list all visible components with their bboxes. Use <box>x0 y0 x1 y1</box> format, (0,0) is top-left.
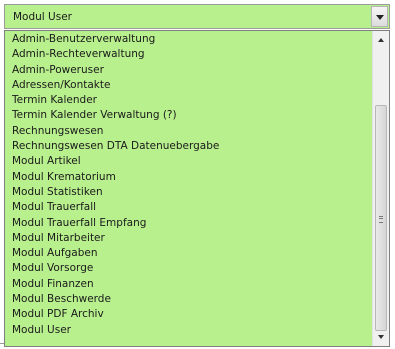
scroll-thumb[interactable] <box>375 105 387 331</box>
list-item[interactable]: Modul Aufgaben <box>5 246 372 261</box>
list-item[interactable]: Admin-Benutzerverwaltung <box>5 32 372 47</box>
option-list: Admin-Benutzerverwaltung Admin-Rechtever… <box>5 32 372 338</box>
list-item[interactable]: Modul User <box>5 323 372 338</box>
list-item[interactable]: Modul PDF Archiv <box>5 307 372 322</box>
module-select[interactable]: Modul User <box>4 4 390 29</box>
dropdown-list[interactable]: Admin-Benutzerverwaltung Admin-Rechtever… <box>4 30 390 347</box>
list-item[interactable]: Modul Trauerfall <box>5 200 372 215</box>
chevron-down-icon[interactable] <box>371 6 388 27</box>
list-item[interactable]: Adressen/Kontakte <box>5 78 372 93</box>
list-item[interactable]: Modul Trauerfall Empfang <box>5 216 372 231</box>
selected-value: Modul User <box>13 11 72 23</box>
list-item[interactable]: Termin Kalender <box>5 93 372 108</box>
list-item[interactable]: Admin-Poweruser <box>5 63 372 78</box>
list-item[interactable]: Modul Mitarbeiter <box>5 231 372 246</box>
divider <box>0 343 4 344</box>
list-item[interactable]: Termin Kalender Verwaltung (?) <box>5 108 372 123</box>
list-item[interactable]: Modul Krematorium <box>5 170 372 185</box>
list-item[interactable]: Modul Statistiken <box>5 185 372 200</box>
list-item[interactable]: Modul Beschwerde <box>5 292 372 307</box>
scroll-down-arrow-icon[interactable] <box>373 329 389 346</box>
list-item[interactable]: Rechnungswesen <box>5 124 372 139</box>
scroll-up-arrow-icon[interactable] <box>373 31 389 48</box>
list-item[interactable]: Rechnungswesen DTA Datenuebergabe <box>5 139 372 154</box>
list-item[interactable]: Modul Artikel <box>5 154 372 169</box>
vertical-scrollbar[interactable] <box>372 31 389 346</box>
list-item[interactable]: Modul Vorsorge <box>5 261 372 276</box>
list-item[interactable]: Modul Finanzen <box>5 277 372 292</box>
list-item[interactable]: Admin-Rechteverwaltung <box>5 47 372 62</box>
